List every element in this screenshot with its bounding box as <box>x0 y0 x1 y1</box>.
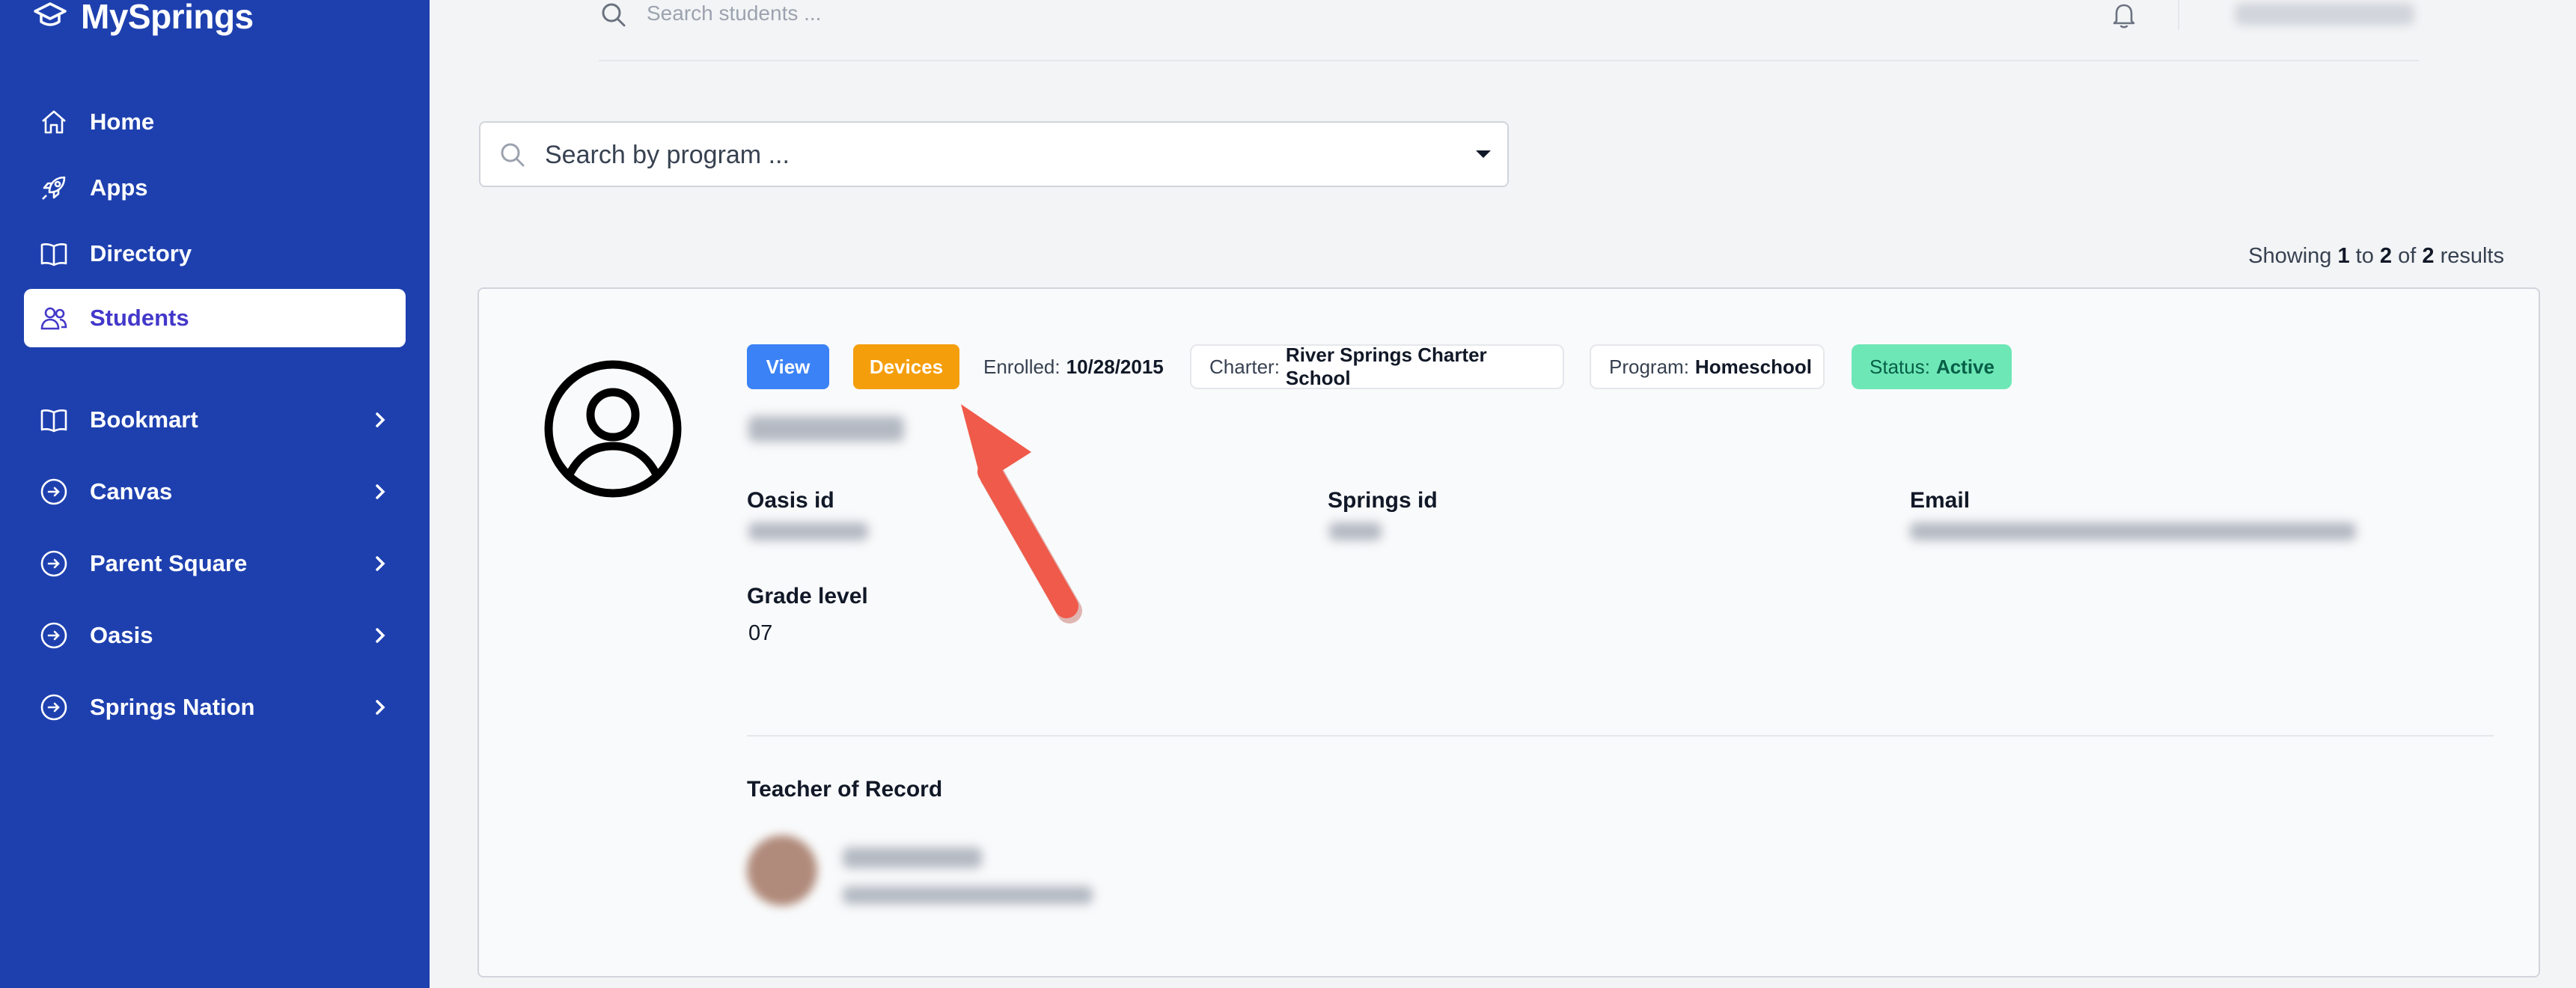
caret-down-icon[interactable] <box>1474 148 1492 160</box>
teacher-email-redacted <box>843 886 1093 904</box>
sidebar-item-springs-nation[interactable]: Springs Nation <box>24 678 406 737</box>
arrow-circle-right-icon <box>37 691 70 724</box>
arrow-circle-right-icon <box>37 475 70 508</box>
student-card: View Devices Enrolled: 10/28/2015 Charter… <box>477 287 2540 978</box>
view-button[interactable]: View <box>747 344 829 389</box>
charter-badge: Charter: River Springs Charter School <box>1190 344 1564 389</box>
chevron-right-icon <box>376 700 385 715</box>
bell-icon[interactable] <box>2108 0 2140 31</box>
brand[interactable]: MySprings <box>33 0 254 36</box>
card-divider <box>747 735 2494 737</box>
teacher-of-record-label: Teacher of Record <box>747 777 943 802</box>
arrow-circle-right-icon <box>37 619 70 652</box>
topbar-divider <box>2178 0 2179 30</box>
sidebar-item-label: Canvas <box>90 478 173 504</box>
chevron-right-icon <box>376 412 385 427</box>
email-label: Email <box>1910 488 1971 513</box>
program-search-select[interactable]: Search by program ... <box>479 121 1509 187</box>
status-badge: Status: Active <box>1852 344 2012 389</box>
book-open-icon <box>37 237 70 270</box>
springs-id-value-redacted <box>1329 522 1382 540</box>
oasis-id-label: Oasis id <box>747 488 834 513</box>
sidebar-item-label: Oasis <box>90 622 153 648</box>
sidebar-item-label: Apps <box>90 174 148 201</box>
sidebar-item-label: Directory <box>90 240 192 266</box>
springs-id-label: Springs id <box>1328 488 1438 513</box>
results-summary: Showing 1 to 2 of 2 results <box>2248 244 2504 268</box>
sidebar-item-home[interactable]: Home <box>24 93 406 151</box>
users-icon <box>37 302 70 335</box>
brand-name: MySprings <box>81 0 254 36</box>
user-menu[interactable] <box>2235 3 2414 25</box>
user-circle-icon <box>544 360 682 498</box>
topbar-separator <box>599 60 2419 61</box>
chevron-right-icon <box>376 556 385 571</box>
grade-level-label: Grade level <box>747 584 868 609</box>
rocket-icon <box>37 171 70 204</box>
email-value-redacted <box>1910 522 2356 540</box>
sidebar-item-label: Students <box>90 305 189 331</box>
oasis-id-value-redacted <box>748 522 868 540</box>
graduation-cap-icon <box>33 1 81 33</box>
chevron-right-icon <box>376 484 385 499</box>
program-badge: Program: Homeschool <box>1590 344 1825 389</box>
teacher-name-redacted <box>843 847 982 868</box>
annotation-arrow-icon <box>961 404 1082 623</box>
enrolled-date: Enrolled: 10/28/2015 <box>983 355 1164 378</box>
teacher-avatar <box>747 835 817 906</box>
grade-level-value: 07 <box>748 621 773 645</box>
sidebar-item-canvas[interactable]: Canvas <box>24 463 406 521</box>
sidebar-item-directory[interactable]: Directory <box>24 225 406 283</box>
program-search-placeholder: Search by program ... <box>545 141 790 169</box>
sidebar-item-label: Home <box>90 109 155 135</box>
sidebar-item-bookmart[interactable]: Bookmart <box>24 391 406 449</box>
search-icon <box>501 143 525 167</box>
sidebar-item-oasis[interactable]: Oasis <box>24 606 406 665</box>
home-icon <box>37 106 70 138</box>
search-icon <box>602 3 626 27</box>
student-name-redacted <box>748 416 904 442</box>
sidebar-item-apps[interactable]: Apps <box>24 159 406 217</box>
sidebar-item-label: Bookmart <box>90 406 198 433</box>
arrow-circle-right-icon <box>37 547 70 580</box>
chevron-right-icon <box>376 628 385 643</box>
sidebar: MySprings Home Apps Directory Students B… <box>0 0 430 988</box>
sidebar-item-label: Springs Nation <box>90 694 255 720</box>
student-search-input[interactable]: Search students ... <box>647 1 821 25</box>
sidebar-item-students[interactable]: Students <box>24 289 406 347</box>
devices-button[interactable]: Devices <box>853 344 959 389</box>
book-open-icon <box>37 403 70 436</box>
sidebar-item-label: Parent Square <box>90 550 248 576</box>
sidebar-item-parent-square[interactable]: Parent Square <box>24 534 406 593</box>
